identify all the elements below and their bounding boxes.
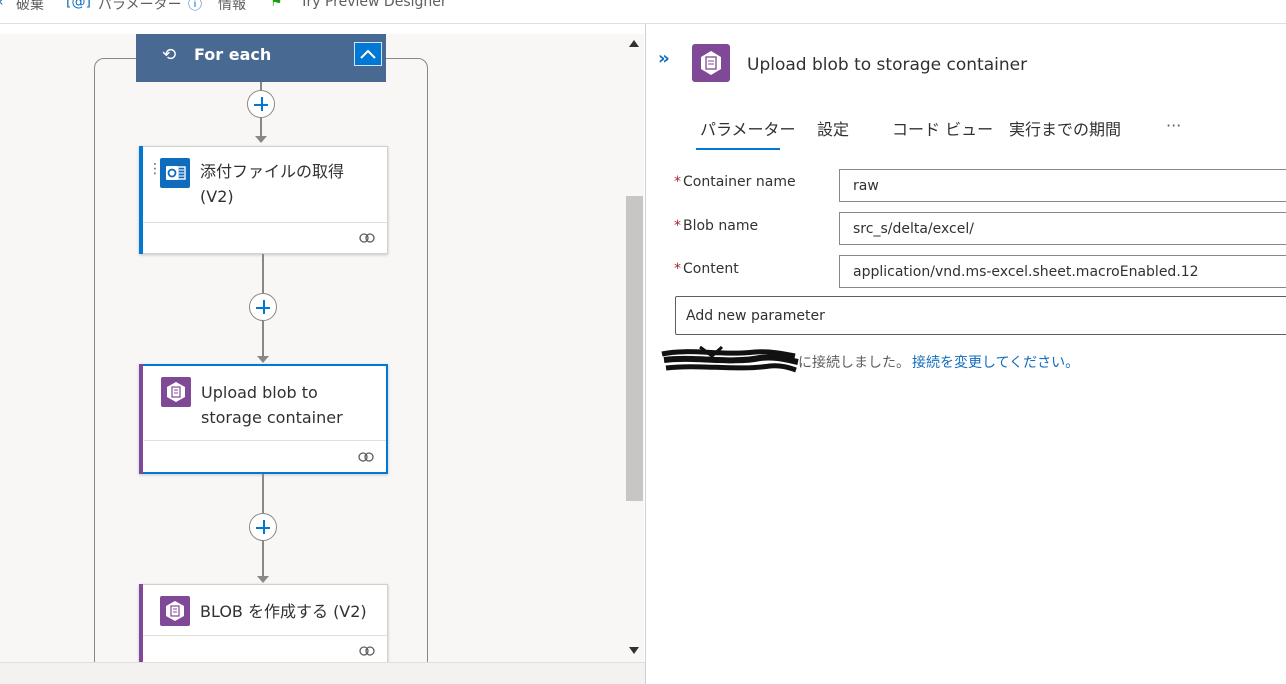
foreach-title: For each (194, 45, 272, 64)
link-icon (359, 646, 375, 656)
toolbar: ‹ 破棄 [@] パラメーター ⓘ 情報 ⚑ Try Preview Desig… (0, 0, 1286, 24)
add-new-parameter-dropdown[interactable]: Add new parameter (675, 296, 1286, 335)
scroll-up-icon[interactable] (629, 40, 639, 47)
change-connection-link[interactable]: 接続を変更してください。 (912, 352, 1079, 372)
action-card-get-attachment[interactable]: ⋮ 添付ファイルの取得 (V2) (139, 146, 388, 254)
details-panel: ›› Upload blob to storage container パラメー… (646, 24, 1286, 684)
action-card-upload-blob[interactable]: Upload blob to storage container (139, 364, 388, 474)
link-icon (358, 452, 374, 462)
more-tabs-button[interactable]: ··· (1166, 116, 1181, 135)
tab-settings[interactable]: 設定 (817, 116, 849, 140)
connection-status-text: に接続しました。 (798, 355, 910, 371)
container-name-label: * Container name (674, 174, 796, 190)
storage-blob-icon (160, 596, 190, 626)
card-title-line1: BLOB を作成する (V2) (200, 602, 367, 621)
blob-name-input[interactable]: src_s/delta/excel/ (839, 212, 1286, 245)
field-label-text: Content (683, 261, 739, 277)
expand-panel-icon[interactable]: ›› (658, 48, 670, 69)
collapse-button[interactable] (354, 42, 382, 66)
link-icon (359, 233, 375, 243)
card-title-line1: 添付ファイルの取得 (200, 162, 345, 181)
connector-arrow (257, 356, 269, 363)
panel-title: Upload blob to storage container (747, 55, 1028, 75)
outlook-icon (160, 158, 190, 188)
add-step-button[interactable] (249, 293, 277, 321)
card-separator (143, 222, 387, 223)
storage-blob-icon (161, 377, 191, 407)
card-separator (143, 635, 387, 636)
scrollbar-thumb[interactable] (626, 196, 643, 501)
card-accent (139, 364, 143, 474)
card-accent (139, 146, 143, 254)
loop-icon: ⟲ (162, 45, 177, 65)
designer-canvas: ⟲ For each ⋮ 添付ファイルの取得 (V2) Upload blob … (0, 34, 627, 662)
redacted-connection-name (661, 345, 799, 373)
required-marker: * (674, 174, 681, 190)
add-step-button[interactable] (247, 90, 275, 118)
connector-arrow (257, 576, 269, 583)
chevron-up-icon (360, 49, 376, 59)
discard-button[interactable]: 破棄 (16, 0, 44, 14)
required-marker: * (674, 218, 681, 234)
blob-name-label: * Blob name (674, 218, 758, 234)
leaf-icon[interactable]: ⚑ (270, 0, 283, 10)
add-step-button[interactable] (249, 513, 277, 541)
try-preview-designer-button[interactable]: Try Preview Designer (300, 0, 447, 10)
container-name-input[interactable]: raw (839, 169, 1286, 202)
content-label: * Content (674, 261, 739, 277)
tab-code-view[interactable]: コード ビュー (892, 116, 993, 140)
connector-arrow (255, 136, 267, 143)
card-title-line2: storage container (201, 408, 343, 427)
card-title-line1: Upload blob to (201, 383, 318, 402)
field-label-text: Blob name (683, 218, 759, 234)
foreach-header[interactable]: ⟲ For each (136, 34, 386, 82)
card-title-line2: (V2) (200, 187, 234, 206)
scroll-down-icon[interactable] (629, 647, 639, 654)
action-card-create-blob[interactable]: BLOB を作成する (V2) (139, 584, 388, 662)
card-separator (144, 440, 386, 441)
canvas-bottom-bar (0, 662, 645, 684)
parameters-icon[interactable]: [@] (66, 0, 91, 10)
required-marker: * (674, 261, 681, 277)
content-input[interactable]: application/vnd.ms-excel.sheet.macroEnab… (839, 255, 1286, 288)
card-accent (139, 584, 143, 662)
field-label-text: Container name (683, 174, 796, 190)
info-icon[interactable]: ⓘ (188, 0, 202, 14)
tab-parameters[interactable]: パラメーター (700, 116, 796, 140)
chevron-left-icon[interactable]: ‹ (0, 0, 4, 10)
active-tab-indicator (696, 148, 780, 150)
tab-run-after[interactable]: 実行までの期間 (1009, 116, 1121, 140)
info-button[interactable]: 情報 (218, 0, 246, 14)
parameters-button[interactable]: パラメーター (98, 0, 182, 14)
storage-blob-icon (692, 44, 730, 82)
